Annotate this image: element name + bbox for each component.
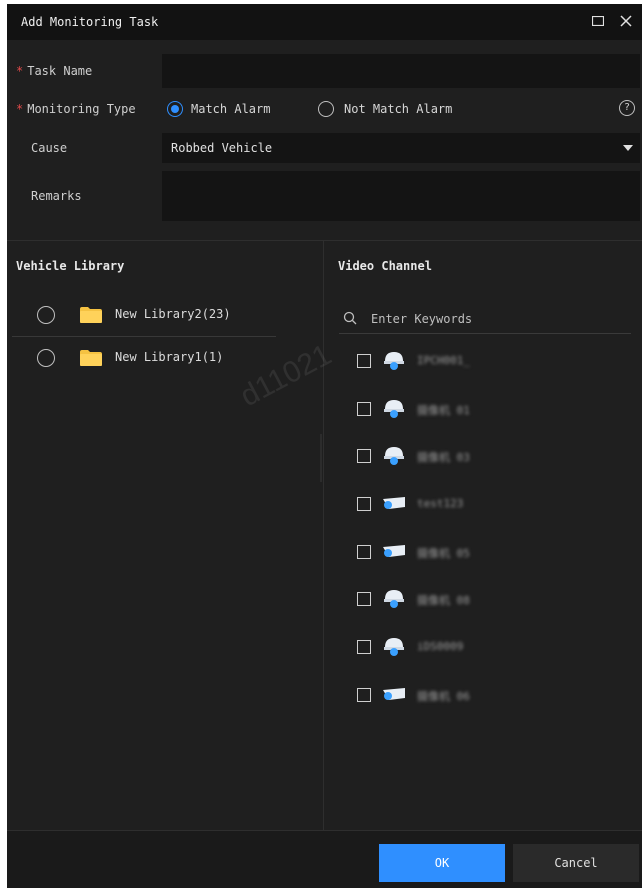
- not-match-alarm-radio[interactable]: [318, 101, 334, 117]
- channel-item[interactable]: 摄像机 05: [357, 541, 617, 565]
- add-monitoring-task-dialog: Add Monitoring Task * Task Name * Monitori…: [7, 4, 642, 888]
- dome-camera-icon: [384, 352, 404, 370]
- dome-camera-icon: [384, 447, 404, 465]
- channel-checkbox[interactable]: [357, 449, 371, 463]
- bullet-camera-icon: [383, 688, 405, 700]
- section-divider: [7, 240, 642, 241]
- library-name: New Library2(23): [115, 307, 231, 321]
- channel-name: 摄像机 06: [417, 690, 470, 703]
- channel-checkbox[interactable]: [357, 688, 371, 702]
- ok-button[interactable]: OK: [379, 844, 505, 882]
- splitter-handle[interactable]: [320, 434, 322, 482]
- vehicle-library-title: Vehicle Library: [16, 259, 125, 273]
- dialog-titlebar[interactable]: Add Monitoring Task: [7, 4, 642, 40]
- required-mark: *: [16, 64, 24, 78]
- channel-name: IPCH001_: [417, 354, 470, 367]
- dialog-title: Add Monitoring Task: [21, 15, 159, 29]
- library-name: New Library1(1): [115, 350, 224, 364]
- task-name-input[interactable]: [162, 54, 640, 88]
- folder-icon: [80, 307, 102, 323]
- channel-item[interactable]: 摄像机 01: [357, 398, 617, 422]
- not-match-alarm-label[interactable]: Not Match Alarm: [344, 102, 452, 116]
- channel-item[interactable]: 摄像机 06: [357, 684, 617, 708]
- video-channel-title: Video Channel: [338, 259, 432, 273]
- channel-name: iDS0009: [417, 640, 464, 653]
- channel-checkbox[interactable]: [357, 402, 371, 416]
- library-radio[interactable]: [37, 349, 55, 367]
- remarks-label: Remarks: [31, 189, 82, 203]
- channel-name: 摄像机 05: [417, 547, 470, 560]
- help-icon[interactable]: ?: [619, 100, 635, 116]
- maximize-icon[interactable]: [587, 10, 609, 32]
- cause-select[interactable]: Robbed Vehicle: [162, 133, 640, 163]
- search-icon: [343, 311, 357, 325]
- match-alarm-radio[interactable]: [167, 101, 183, 117]
- library-radio[interactable]: [37, 306, 55, 324]
- dialog-footer: OK Cancel: [7, 830, 642, 888]
- channel-item[interactable]: 摄像机 03: [357, 445, 617, 469]
- dome-camera-icon: [384, 400, 404, 418]
- channel-checkbox[interactable]: [357, 545, 371, 559]
- match-alarm-label[interactable]: Match Alarm: [191, 102, 270, 116]
- task-name-label: * Task Name: [16, 64, 93, 78]
- chevron-down-icon: [623, 145, 633, 151]
- channel-name: test123: [417, 497, 464, 510]
- channel-checkbox[interactable]: [357, 592, 371, 606]
- dome-camera-icon: [384, 590, 404, 608]
- channel-checkbox[interactable]: [357, 497, 371, 511]
- channel-name: 摄像机 08: [417, 594, 470, 607]
- monitoring-type-label: * Monitoring Type: [16, 102, 136, 116]
- bullet-camera-icon: [383, 497, 405, 509]
- channel-checkbox[interactable]: [357, 354, 371, 368]
- close-icon[interactable]: [615, 10, 637, 32]
- channel-checkbox[interactable]: [357, 640, 371, 654]
- channel-name: 摄像机 03: [417, 451, 470, 464]
- bullet-camera-icon: [383, 545, 405, 557]
- cancel-button[interactable]: Cancel: [513, 844, 639, 882]
- channel-item[interactable]: iDS0009: [357, 636, 617, 660]
- folder-icon: [80, 350, 102, 366]
- cause-label: Cause: [31, 141, 68, 155]
- cause-selected-value: Robbed Vehicle: [171, 141, 273, 155]
- library-item[interactable]: New Library1(1): [12, 337, 276, 377]
- panel-divider: [323, 241, 324, 830]
- library-item[interactable]: New Library2(23): [12, 294, 276, 334]
- search-input[interactable]: Enter Keywords: [371, 312, 472, 326]
- required-mark: *: [16, 102, 24, 116]
- remarks-textarea[interactable]: [162, 171, 640, 221]
- channel-item[interactable]: test123: [357, 493, 617, 517]
- dome-camera-icon: [384, 638, 404, 656]
- channel-search[interactable]: Enter Keywords: [339, 304, 631, 334]
- channel-name: 摄像机 01: [417, 404, 470, 417]
- channel-item[interactable]: 摄像机 08: [357, 588, 617, 612]
- channel-item[interactable]: IPCH001_: [357, 350, 617, 374]
